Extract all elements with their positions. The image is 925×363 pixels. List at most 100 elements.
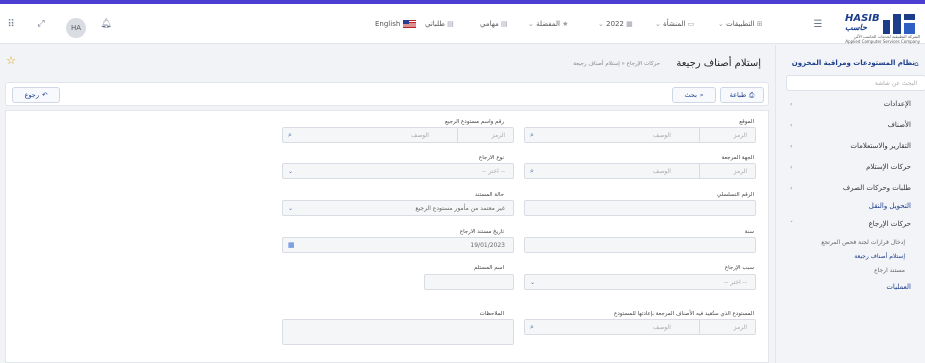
nav-facility[interactable]: ⌄ المنشأة ▭ bbox=[655, 20, 694, 28]
chevron-down-icon: ⌄ bbox=[530, 279, 536, 286]
divider bbox=[699, 164, 700, 178]
chevron-down-icon: ⌄ bbox=[288, 205, 294, 212]
back-button[interactable]: رجوع ↶ bbox=[12, 87, 60, 103]
doc-date-field[interactable]: ▦ 19/01/2023 bbox=[282, 237, 514, 253]
language-switch[interactable]: English bbox=[375, 20, 416, 28]
code-placeholder: الرمز bbox=[491, 132, 505, 139]
back-arrow-icon: ↶ bbox=[41, 91, 48, 99]
main-content: ☆ إستلام أصناف رجيعة حركات الإرجاع « إست… bbox=[0, 45, 775, 363]
logo-company-en: Applied Computer Services Company bbox=[845, 39, 920, 44]
chevron-down-icon: ⌄ bbox=[718, 20, 724, 28]
year-label: سنة bbox=[744, 229, 754, 235]
chevron-down-icon: ⌄ bbox=[655, 20, 661, 28]
chevron-down-icon: ⌄ bbox=[288, 168, 294, 175]
requests-icon: ▤ bbox=[447, 20, 454, 28]
building-icon: ▭ bbox=[687, 20, 695, 28]
nav-label: المنشأة bbox=[663, 20, 686, 28]
nav-year[interactable]: ⌄ 2022 ▦ bbox=[598, 20, 633, 28]
code-placeholder: الرمز bbox=[733, 324, 747, 331]
language-label: English bbox=[375, 20, 401, 28]
sidebar-subitem-inspection[interactable]: إدخال قرارات لجنة فحص المرتجع bbox=[821, 239, 905, 246]
us-flag-icon bbox=[402, 20, 416, 28]
code-placeholder: الرمز bbox=[733, 168, 747, 175]
calendar-icon[interactable]: ▦ bbox=[288, 241, 295, 249]
search-button[interactable]: بحث ⌕ bbox=[672, 87, 716, 103]
receiver-label: اسم المستلم bbox=[474, 265, 504, 271]
nav-label: مهامي bbox=[480, 20, 499, 28]
target-warehouse-label: المستودع الذي ستُقيد فيه الأصناف المرجعة… bbox=[614, 311, 754, 317]
nav-label: المفضلة bbox=[536, 20, 560, 28]
sidebar-item-transfer[interactable]: التحويل والنقل bbox=[869, 202, 911, 210]
receiver-field[interactable] bbox=[424, 274, 514, 290]
chevron-down-icon: ˇ bbox=[790, 221, 793, 228]
chevron-down-icon: ⌄ bbox=[598, 20, 604, 28]
nav-favorites[interactable]: ⌄ المفضلة ★ bbox=[528, 20, 568, 28]
sidebar-item-items[interactable]: الأصناف bbox=[888, 121, 911, 129]
chevron-left-icon: ‹ bbox=[790, 122, 793, 129]
calendar-icon: ▦ bbox=[626, 20, 633, 28]
star-icon: ★ bbox=[562, 20, 569, 28]
sidebar-item-reports[interactable]: التقارير والاستعلامات bbox=[850, 142, 911, 150]
sidebar-title[interactable]: نظام المستودعات ومراقبة المخزون bbox=[792, 59, 915, 67]
ref-label: الجهة المرجعة bbox=[721, 155, 754, 161]
doc-date-value: 19/01/2023 bbox=[470, 242, 505, 249]
print-button[interactable]: طباعة ⎙ bbox=[720, 87, 764, 103]
notes-label: الملاحظات bbox=[479, 311, 504, 317]
reason-select[interactable]: ⌄ -- اختر -- bbox=[524, 274, 756, 290]
apps-grid-icon[interactable]: ⠿ bbox=[6, 19, 16, 30]
chevron-left-icon: ‹ bbox=[790, 164, 793, 171]
desc-placeholder: الوصف bbox=[411, 132, 429, 139]
sidebar-item-returns[interactable]: حركات الإرجاع bbox=[869, 220, 911, 228]
desc-placeholder: الوصف bbox=[653, 324, 671, 331]
serial-field[interactable] bbox=[524, 200, 756, 216]
target-warehouse-field[interactable]: ⌕ الوصف الرمز bbox=[524, 319, 756, 335]
logo-arabic: حاسب bbox=[845, 23, 867, 32]
divider bbox=[699, 320, 700, 334]
favorite-star-icon[interactable]: ☆ bbox=[5, 54, 17, 67]
tasks-icon: ▤ bbox=[500, 20, 508, 28]
divider bbox=[699, 128, 700, 142]
doc-status-select[interactable]: ⌄ غير معتمد من مأمور مستودع الرجيع bbox=[282, 200, 514, 216]
notes-textarea[interactable] bbox=[282, 319, 514, 345]
fullscreen-icon[interactable]: ⤢ bbox=[36, 19, 46, 29]
nav-tasks[interactable]: مهامي ▤ bbox=[480, 20, 508, 28]
select-placeholder: -- اختر -- bbox=[482, 168, 505, 175]
sidebar-item-receiving[interactable]: حركات الإستلام bbox=[866, 163, 911, 171]
toolbar: رجوع ↶ بحث ⌕ طباعة ⎙ bbox=[5, 82, 769, 106]
sidebar-subitem-receive-returns[interactable]: إستلام أصناف رجيعة bbox=[854, 253, 905, 260]
search-icon: ⌕ bbox=[699, 90, 704, 99]
location-label: الموقع bbox=[739, 119, 754, 125]
sidebar-item-settings[interactable]: الإعدادات bbox=[884, 100, 911, 108]
location-field[interactable]: ⌕ الوصف الرمز bbox=[524, 127, 756, 143]
nav-requests[interactable]: طلباتي ▤ bbox=[425, 20, 454, 28]
avatar[interactable]: HA bbox=[66, 18, 86, 38]
search-key-icon: ⌕ bbox=[530, 323, 534, 331]
return-type-select[interactable]: ⌄ -- اختر -- bbox=[282, 163, 514, 179]
sidebar-item-operations[interactable]: العمليات bbox=[886, 283, 911, 291]
breadcrumb[interactable]: حركات الإرجاع « إستلام أصناف رجيعة bbox=[573, 61, 660, 67]
search-label: بحث bbox=[684, 91, 697, 99]
menu-toggle-icon[interactable]: ☰ bbox=[812, 18, 824, 30]
select-placeholder: -- اختر -- bbox=[724, 279, 747, 286]
sidebar-subitem-return-doc[interactable]: مستند ارجاع bbox=[874, 267, 905, 274]
doc-status-label: حالة المستند bbox=[475, 192, 504, 198]
warehouse-field[interactable]: ⌕ الوصف الرمز bbox=[282, 127, 514, 143]
code-placeholder: الرمز bbox=[733, 132, 747, 139]
desc-placeholder: الوصف bbox=[653, 168, 671, 175]
nav-applications[interactable]: ⌄ التطبيقات ⊞ bbox=[718, 20, 763, 28]
doc-status-value: غير معتمد من مأمور مستودع الرجيع bbox=[415, 205, 505, 212]
year-field[interactable] bbox=[524, 237, 756, 253]
doc-date-label: تاريخ مستند الارجاع bbox=[459, 229, 504, 235]
back-label: رجوع bbox=[24, 91, 39, 99]
serial-label: الرقم التسلسلي bbox=[716, 192, 754, 198]
sidebar-search-input[interactable]: البحث عن شاشة bbox=[786, 75, 925, 91]
ref-field[interactable]: ⌕ الوصف الرمز bbox=[524, 163, 756, 179]
chevron-down-icon: ⌄ bbox=[528, 20, 534, 28]
form-panel: الموقع ⌕ الوصف الرمز الجهة المرجعة ⌕ الو… bbox=[5, 110, 769, 363]
bell-icon[interactable]: 🔔︎ bbox=[100, 18, 112, 30]
print-icon: ⎙ bbox=[749, 90, 755, 99]
page-title: إستلام أصناف رجيعة bbox=[676, 58, 761, 69]
sidebar-item-issuing[interactable]: طلبات وحركات الصرف bbox=[843, 184, 911, 192]
logo-subtitle: الشركة التطبيقية لخدمات الحاسب الآلي App… bbox=[840, 34, 920, 44]
nav-label: طلباتي bbox=[425, 20, 445, 28]
